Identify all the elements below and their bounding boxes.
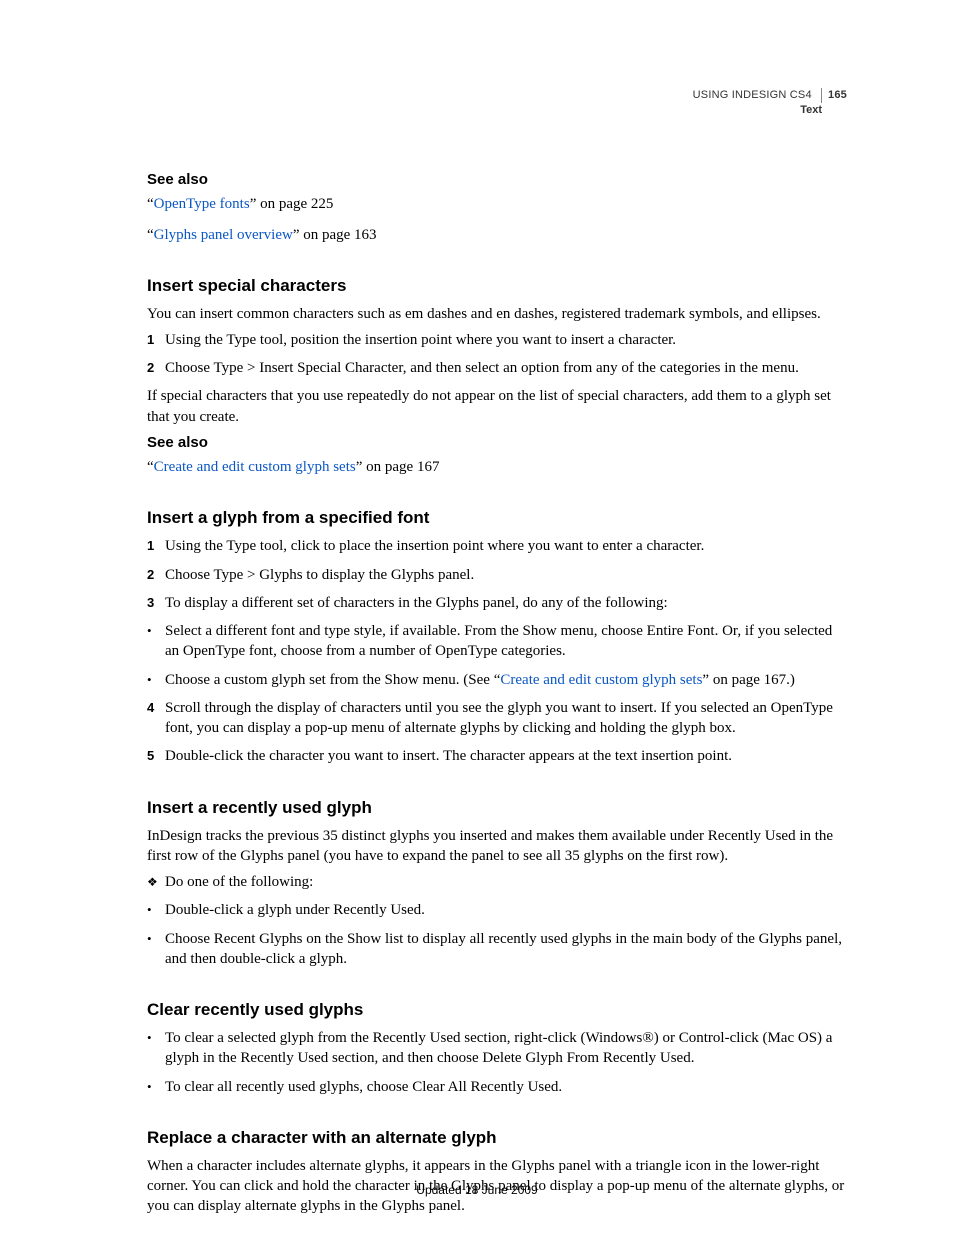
step-text: Double-click the character you want to i…	[165, 746, 847, 766]
step-item: 3To display a different set of character…	[147, 593, 847, 613]
list-item: ❖Do one of the following:	[147, 872, 847, 892]
bullet-icon: •	[147, 900, 165, 920]
action-text: Do one of the following:	[165, 872, 847, 892]
bullet-text: To clear a selected glyph from the Recen…	[165, 1028, 847, 1069]
link-custom-glyph-sets[interactable]: Create and edit custom glyph sets	[154, 459, 356, 475]
step-item: 2Choose Type > Insert Special Character,…	[147, 358, 847, 378]
xref-line: “Create and edit custom glyph sets” on p…	[147, 457, 847, 477]
bullet-icon: •	[147, 621, 165, 662]
step-number: 1	[147, 330, 165, 350]
see-also-heading: See also	[147, 433, 847, 453]
bullet-text: Double-click a glyph under Recently Used…	[165, 900, 847, 920]
bullet-list: •Double-click a glyph under Recently Use…	[147, 900, 847, 969]
step-item: 1Using the Type tool, position the inser…	[147, 330, 847, 350]
step-item: 5Double-click the character you want to …	[147, 746, 847, 766]
list-item: •Double-click a glyph under Recently Use…	[147, 900, 847, 920]
link-opentype-fonts[interactable]: OpenType fonts	[154, 196, 250, 212]
step-text: Using the Type tool, click to place the …	[165, 536, 847, 556]
bullet-text: Choose a custom glyph set from the Show …	[165, 670, 847, 690]
body-text: You can insert common characters such as…	[147, 304, 847, 324]
step-number: 1	[147, 536, 165, 556]
step-number: 2	[147, 565, 165, 585]
diamond-icon: ❖	[147, 872, 165, 892]
step-item: 2Choose Type > Glyphs to display the Gly…	[147, 565, 847, 585]
step-number: 5	[147, 746, 165, 766]
step-item: 1Using the Type tool, click to place the…	[147, 536, 847, 556]
heading-insert-special-characters: Insert special characters	[147, 275, 847, 298]
step-number: 4	[147, 698, 165, 739]
page-content: See also “OpenType fonts” on page 225 “G…	[147, 88, 847, 1216]
bullet-list: •To clear a selected glyph from the Rece…	[147, 1028, 847, 1097]
bullet-text: Choose Recent Glyphs on the Show list to…	[165, 929, 847, 970]
list-item: •To clear a selected glyph from the Rece…	[147, 1028, 847, 1069]
step-text: Choose Type > Glyphs to display the Glyp…	[165, 565, 847, 585]
list-item: •To clear all recently used glyphs, choo…	[147, 1077, 847, 1097]
page-number: 165	[821, 88, 847, 103]
step-text: Scroll through the display of characters…	[165, 698, 847, 739]
xref-line: “OpenType fonts” on page 225	[147, 194, 847, 214]
heading-insert-glyph-font: Insert a glyph from a specified font	[147, 507, 847, 530]
see-also-heading: See also	[147, 170, 847, 190]
step-text: Choose Type > Insert Special Character, …	[165, 358, 847, 378]
bullet-text: To clear all recently used glyphs, choos…	[165, 1077, 847, 1097]
step-item: 4Scroll through the display of character…	[147, 698, 847, 739]
link-glyphs-panel-overview[interactable]: Glyphs panel overview	[154, 227, 293, 243]
page-footer: Updated 18 June 2009	[0, 1183, 954, 1197]
step-text: Using the Type tool, position the insert…	[165, 330, 847, 350]
chapter-name: Text	[693, 103, 847, 118]
body-text: If special characters that you use repea…	[147, 386, 847, 427]
numbered-steps: 1Using the Type tool, click to place the…	[147, 536, 847, 613]
bullet-icon: •	[147, 1077, 165, 1097]
numbered-steps: 1Using the Type tool, position the inser…	[147, 330, 847, 379]
heading-insert-recent-glyph: Insert a recently used glyph	[147, 797, 847, 820]
numbered-steps: 4Scroll through the display of character…	[147, 698, 847, 767]
running-header: USING INDESIGN CS4 165 Text	[693, 88, 847, 118]
list-item: •Choose Recent Glyphs on the Show list t…	[147, 929, 847, 970]
bullet-text: Select a different font and type style, …	[165, 621, 847, 662]
step-number: 2	[147, 358, 165, 378]
bullet-icon: •	[147, 1028, 165, 1069]
action-list: ❖Do one of the following:	[147, 872, 847, 892]
heading-clear-recent-glyphs: Clear recently used glyphs	[147, 999, 847, 1022]
step-number: 3	[147, 593, 165, 613]
heading-replace-alternate-glyph: Replace a character with an alternate gl…	[147, 1127, 847, 1150]
bullet-list: •Select a different font and type style,…	[147, 621, 847, 690]
step-text: To display a different set of characters…	[165, 593, 847, 613]
link-custom-glyph-sets[interactable]: Create and edit custom glyph sets	[500, 672, 702, 688]
page: USING INDESIGN CS4 165 Text See also “Op…	[0, 0, 954, 1235]
list-item: •Choose a custom glyph set from the Show…	[147, 670, 847, 690]
bullet-icon: •	[147, 929, 165, 970]
doc-title: USING INDESIGN CS4	[693, 89, 812, 101]
body-text: InDesign tracks the previous 35 distinct…	[147, 826, 847, 867]
list-item: •Select a different font and type style,…	[147, 621, 847, 662]
xref-line: “Glyphs panel overview” on page 163	[147, 225, 847, 245]
bullet-icon: •	[147, 670, 165, 690]
